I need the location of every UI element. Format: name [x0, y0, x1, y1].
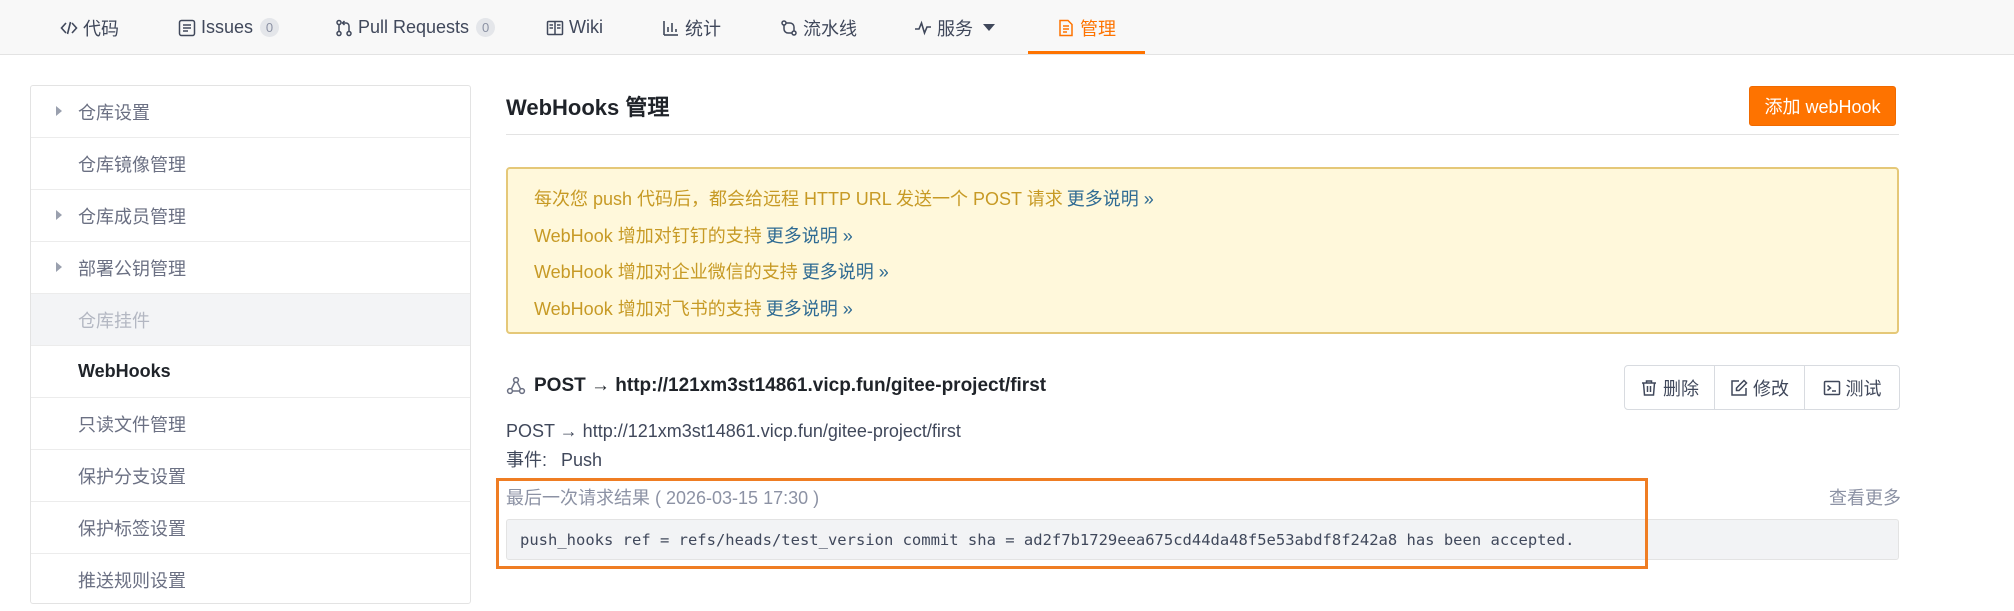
code-icon: [60, 19, 78, 37]
tab-pipeline[interactable]: 流水线: [780, 0, 857, 55]
notice-line: 每次您 push 代码后，都会给远程 HTTP URL 发送一个 POST 请求…: [534, 185, 1897, 222]
title-divider: [506, 134, 1899, 135]
notice-line: WebHook 增加对企业微信的支持 更多说明 »: [534, 258, 1897, 295]
sidebar-item-label: 仓库镜像管理: [78, 154, 186, 175]
webhook-actions: 删除 修改 测试: [1624, 365, 1900, 410]
top-nav: 代码 Issues 0 Pull Requests 0 Wiki 统计 流水线: [0, 0, 2014, 55]
webhook-event: 事件: Push: [506, 446, 602, 472]
info-notice: 每次您 push 代码后，都会给远程 HTTP URL 发送一个 POST 请求…: [506, 167, 1899, 334]
sidebar-item-label: 推送规则设置: [78, 571, 186, 591]
tab-code[interactable]: 代码: [60, 0, 119, 55]
tab-label: 服务: [937, 18, 973, 39]
notice-line: WebHook 增加对钉钉的支持 更多说明 »: [534, 222, 1897, 259]
sidebar-item-label: 只读文件管理: [78, 414, 186, 435]
event-label: 事件:: [506, 450, 548, 470]
sidebar-group-widgets: 仓库挂件: [31, 294, 470, 346]
tab-label: 流水线: [803, 18, 857, 39]
chevron-down-icon: [983, 24, 995, 31]
pull-requests-count-badge: 0: [476, 18, 496, 37]
notice-text: WebHook 增加对钉钉的支持: [534, 225, 762, 246]
sidebar-item-mirror[interactable]: 仓库镜像管理: [31, 138, 470, 190]
sidebar-item-label: 仓库设置: [78, 102, 150, 123]
notice-text: WebHook 增加对企业微信的支持: [534, 262, 798, 282]
sidebar-item-deploy-keys[interactable]: 部署公钥管理: [31, 242, 470, 294]
tab-label: 管理: [1080, 18, 1116, 39]
sidebar-item-protected-tags[interactable]: 保护标签设置: [31, 502, 470, 554]
sidebar-item-readonly-files[interactable]: 只读文件管理: [31, 398, 470, 450]
wiki-icon: [546, 19, 564, 37]
add-webhook-button[interactable]: 添加 webHook: [1749, 86, 1896, 126]
webhook-icon: [506, 376, 526, 396]
tab-label: Wiki: [569, 17, 603, 37]
sidebar-item-label: 保护分支设置: [78, 466, 186, 487]
tab-label: Issues: [201, 17, 254, 37]
caret-right-icon: [56, 210, 62, 220]
view-more-link[interactable]: 查看更多: [1829, 484, 1901, 510]
tab-wiki[interactable]: Wiki: [546, 0, 603, 55]
trash-icon: [1640, 379, 1658, 397]
delete-button[interactable]: 删除: [1625, 366, 1715, 409]
more-info-link[interactable]: 更多说明 »: [802, 262, 889, 282]
active-tab-indicator: [1028, 51, 1145, 54]
notice-line: WebHook 增加对飞书的支持 更多说明 »: [534, 295, 1897, 332]
tab-stats[interactable]: 统计: [662, 0, 721, 55]
terminal-icon: [1823, 379, 1841, 397]
more-info-link[interactable]: 更多说明 »: [766, 299, 853, 319]
sidebar-group-label: 仓库挂件: [78, 310, 150, 331]
tab-label: 统计: [685, 18, 721, 39]
more-info-link[interactable]: 更多说明 »: [766, 226, 853, 246]
last-request-result: push_hooks ref = refs/heads/test_version…: [506, 519, 1899, 560]
page-title: WebHooks 管理: [506, 95, 670, 120]
issues-icon: [178, 19, 196, 37]
test-button[interactable]: 测试: [1805, 366, 1899, 409]
tab-label: Pull Requests: [358, 17, 470, 37]
service-icon: [914, 19, 932, 37]
issues-count-badge: 0: [260, 18, 280, 37]
sidebar-item-label: 部署公钥管理: [78, 258, 186, 279]
webhook-title: POST → http://121xm3st14861.vicp.fun/git…: [534, 375, 1047, 396]
notice-text: 每次您 push 代码后，都会给远程 HTTP URL 发送一个 POST 请求: [534, 189, 1063, 209]
sidebar-item-label: 保护标签设置: [78, 518, 186, 539]
sidebar-item-repo-settings[interactable]: 仓库设置: [31, 86, 470, 138]
manage-icon: [1057, 19, 1075, 37]
event-value: Push: [561, 450, 603, 470]
pull-request-icon: [335, 19, 353, 37]
edit-button[interactable]: 修改: [1715, 366, 1805, 409]
sidebar-item-protected-branches[interactable]: 保护分支设置: [31, 450, 470, 502]
webhook-url: POST → http://121xm3st14861.vicp.fun/git…: [506, 421, 961, 441]
notice-text: WebHook 增加对飞书的支持: [534, 298, 762, 319]
pipeline-icon: [780, 19, 798, 37]
caret-right-icon: [56, 106, 62, 116]
tab-issues[interactable]: Issues 0: [178, 0, 280, 55]
tab-service[interactable]: 服务: [914, 0, 995, 55]
settings-sidebar: 仓库设置 仓库镜像管理 仓库成员管理 部署公钥管理 仓库挂件 WebHooks …: [30, 85, 471, 604]
tab-manage[interactable]: 管理: [1057, 0, 1116, 55]
edit-label: 修改: [1753, 378, 1789, 399]
sidebar-item-push-rules[interactable]: 推送规则设置: [31, 554, 470, 603]
webhook-heading: POST → http://121xm3st14861.vicp.fun/git…: [506, 375, 1046, 397]
sidebar-item-label: WebHooks: [78, 361, 171, 381]
caret-right-icon: [56, 262, 62, 272]
sidebar-item-members[interactable]: 仓库成员管理: [31, 190, 470, 242]
more-info-link[interactable]: 更多说明 »: [1067, 189, 1154, 209]
sidebar-item-webhooks[interactable]: WebHooks: [31, 346, 470, 398]
stats-icon: [662, 19, 680, 37]
sidebar-item-label: 仓库成员管理: [78, 206, 186, 227]
tab-label: 代码: [83, 18, 119, 39]
test-label: 测试: [1845, 378, 1882, 399]
tab-pull-requests[interactable]: Pull Requests 0: [335, 0, 496, 55]
delete-label: 删除: [1663, 378, 1699, 399]
edit-icon: [1730, 378, 1748, 397]
last-request-label: 最后一次请求结果 ( 2026-03-15 17:30 ): [506, 488, 820, 508]
